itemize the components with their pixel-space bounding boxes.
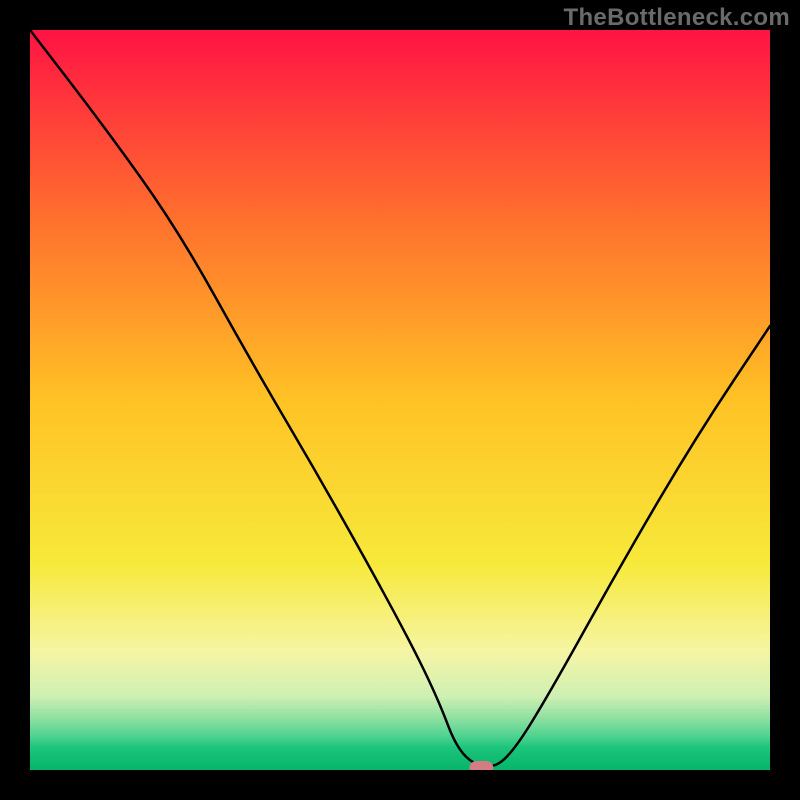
plot-svg — [30, 30, 770, 770]
watermark-text: TheBottleneck.com — [564, 4, 790, 32]
sweet-spot-marker — [469, 761, 493, 770]
plot-area — [30, 30, 770, 770]
gradient-background — [30, 30, 770, 770]
chart-frame: TheBottleneck.com — [0, 0, 800, 800]
